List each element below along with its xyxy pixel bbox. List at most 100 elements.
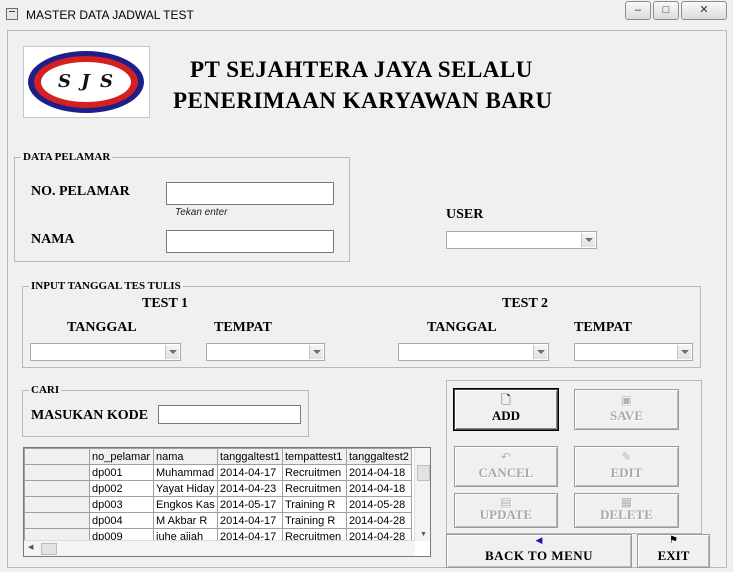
company-logo: S J S [23,46,150,118]
table-row[interactable]: dp002 Yayat Hiday 2014-04-23 Recruitmen … [24,480,412,497]
close-button[interactable]: ✕ [681,1,727,20]
cancel-button-label: CANCEL [478,465,534,480]
table-cell[interactable]: Yayat Hiday [153,480,218,497]
no-pelamar-label: NO. PELAMAR [31,184,130,199]
no-pelamar-input[interactable] [166,182,334,205]
test1-tempat-label: TEMPAT [214,320,272,335]
data-grid[interactable]: no_pelamar nama tanggaltest1 tempattest1… [23,447,431,557]
table-cell[interactable]: 2014-04-28 [345,512,412,529]
input-tanggal-legend: INPUT TANGGAL TES TULIS [29,280,183,292]
window-title: MASTER DATA JADWAL TEST [26,8,194,22]
row-header[interactable] [24,496,90,513]
test2-tempat-select[interactable] [574,343,693,361]
test1-tanggal-label: TANGGAL [67,320,137,335]
scroll-left-icon[interactable]: ◀ [28,543,33,551]
edit-pencil-icon: ✎ [621,450,632,464]
row-header[interactable] [24,464,90,481]
row-header[interactable] [24,480,90,497]
save-button-label: SAVE [609,408,643,423]
user-label: USER [446,207,484,222]
table-cell[interactable]: 2014-04-18 [345,464,412,481]
no-pelamar-hint: Tekan enter [175,207,228,218]
search-kode-input[interactable] [158,405,301,424]
scroll-thumb[interactable] [417,465,430,481]
chevron-down-icon[interactable] [677,345,691,359]
nama-label: NAMA [31,232,75,247]
table-header-row: no_pelamar nama tanggaltest1 tempattest1… [24,448,412,465]
column-header[interactable]: tanggaltest1 [217,448,283,465]
cancel-button[interactable]: ↶ CANCEL [454,446,558,487]
update-button-label: UPDATE [479,507,533,522]
logo-text: S J S [57,71,116,92]
company-name: PT SEJAHTERA JAYA SELALU [190,57,533,82]
row-header-corner [24,448,90,465]
table-cell[interactable]: Training R [281,512,347,529]
delete-button[interactable]: ▦ DELETE [574,493,679,528]
cari-legend: CARI [29,384,62,396]
table-cell[interactable]: Recruitmen [281,464,347,481]
horizontal-scrollbar[interactable]: ◀ [24,540,415,556]
table-cell[interactable]: dp001 [89,464,154,481]
table-cell[interactable]: dp003 [89,496,154,513]
delete-button-label: DELETE [600,507,653,522]
vertical-scrollbar[interactable]: ▼ [414,448,430,541]
user-select[interactable] [446,231,597,249]
test2-title: TEST 2 [502,296,549,311]
column-header[interactable]: nama [153,448,218,465]
checkered-flag-icon: ⚑ [669,535,678,546]
table-cell[interactable]: 2014-04-18 [345,480,412,497]
table-cell[interactable]: 2014-04-17 [217,512,283,529]
test2-tempat-label: TEMPAT [574,320,632,335]
table-cell[interactable]: M Akbar R [153,512,218,529]
column-header[interactable]: no_pelamar [89,448,154,465]
table-cell[interactable]: Engkos Kas [153,496,218,513]
exit-button[interactable]: ⚑ EXIT [637,534,710,568]
back-to-menu-label: BACK TO MENU [484,548,594,563]
page-subtitle: PENERIMAAN KARYAWAN BARU [173,88,553,113]
back-to-menu-button[interactable]: ◀ BACK TO MENU [446,534,632,568]
floppy-disk-icon: ▣ [620,393,633,407]
exit-button-label: EXIT [657,548,690,563]
table-cell[interactable]: 2014-05-28 [345,496,412,513]
nama-input[interactable] [166,230,334,253]
table-cell[interactable]: Training R [281,496,347,513]
chevron-down-icon[interactable] [581,233,595,247]
table-row[interactable]: dp004 M Akbar R 2014-04-17 Training R 20… [24,512,412,529]
scroll-down-icon[interactable]: ▼ [420,531,427,538]
data-pelamar-legend: DATA PELAMAR [21,151,113,163]
undo-icon: ↶ [500,450,512,464]
table-cell[interactable]: 2014-04-17 [217,464,283,481]
test1-title: TEST 1 [142,296,189,311]
update-button[interactable]: ▤ UPDATE [454,493,558,528]
scroll-thumb-horizontal[interactable] [41,543,57,555]
test2-tanggal-select[interactable] [398,343,549,361]
chevron-down-icon[interactable] [309,345,323,359]
back-arrow-icon: ◀ [535,536,543,546]
test1-tanggal-select[interactable] [30,343,181,361]
app-icon [6,8,18,20]
table-cell[interactable]: 2014-05-17 [217,496,283,513]
masukan-kode-label: MASUKAN KODE [31,408,149,423]
test1-tempat-select[interactable] [206,343,325,361]
add-button[interactable]: 🗋 ADD [454,389,558,430]
data-table: no_pelamar nama tanggaltest1 tempattest1… [24,448,412,545]
table-cell[interactable]: 2014-04-23 [217,480,283,497]
table-cell[interactable]: Muhammad [153,464,218,481]
chevron-down-icon[interactable] [533,345,547,359]
minimize-button[interactable]: – [625,1,651,20]
restore-button[interactable]: □ [653,1,679,20]
table-cell[interactable]: Recruitmen [281,480,347,497]
add-button-label: ADD [491,408,521,423]
column-header[interactable]: tanggaltest2 [345,448,412,465]
row-header[interactable] [24,512,90,529]
test2-tanggal-label: TANGGAL [427,320,497,335]
save-button[interactable]: ▣ SAVE [574,389,679,430]
chevron-down-icon[interactable] [165,345,179,359]
edit-button-label: EDIT [610,465,643,480]
table-row[interactable]: dp003 Engkos Kas 2014-05-17 Training R 2… [24,496,412,513]
table-cell[interactable]: dp002 [89,480,154,497]
edit-button[interactable]: ✎ EDIT [574,446,679,487]
column-header[interactable]: tempattest1 [281,448,347,465]
table-row[interactable]: dp001 Muhammad 2014-04-17 Recruitmen 201… [24,464,412,481]
table-cell[interactable]: dp004 [89,512,154,529]
